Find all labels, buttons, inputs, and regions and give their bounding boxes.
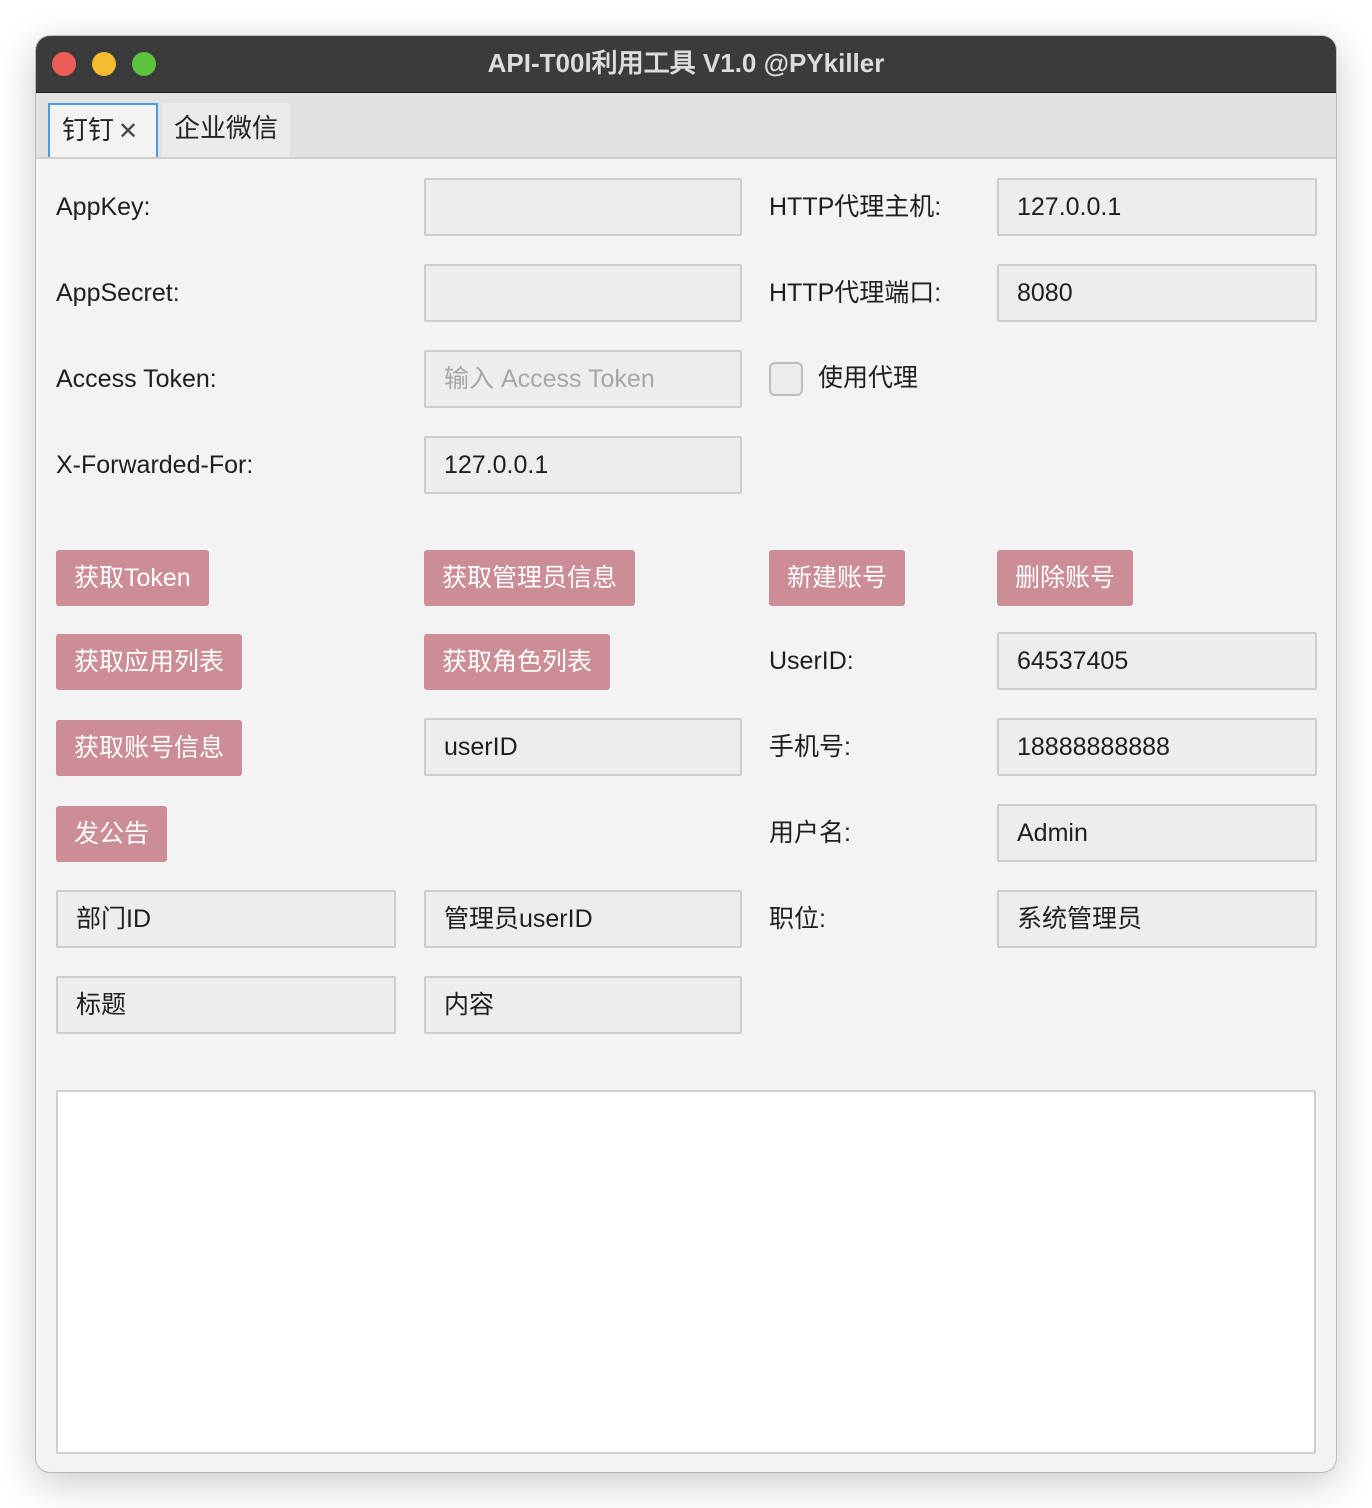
- use-proxy-label: 使用代理: [818, 364, 919, 392]
- content-input[interactable]: 内容: [424, 976, 742, 1034]
- access-token-input[interactable]: 输入 Access Token: [424, 350, 742, 408]
- position-input[interactable]: 系统管理员: [997, 890, 1317, 948]
- xff-label: X-Forwarded-For:: [56, 451, 254, 479]
- dept-id-input[interactable]: 部门ID: [56, 890, 396, 948]
- app-window: API-T00l利用工具 V1.0 @PYkiller 钉钉 ✕ 企业微信 App…: [36, 36, 1336, 1472]
- tab-dingtalk[interactable]: 钉钉 ✕: [48, 103, 158, 157]
- appkey-label: AppKey:: [56, 193, 151, 221]
- delete-account-button[interactable]: 删除账号: [997, 550, 1134, 606]
- tab-dingtalk-label: 钉钉: [62, 115, 115, 145]
- get-app-list-button[interactable]: 获取应用列表: [56, 634, 243, 690]
- admin-userid-input[interactable]: 管理员userID: [424, 890, 742, 948]
- title-bar: API-T00l利用工具 V1.0 @PYkiller: [36, 36, 1336, 93]
- userid-input[interactable]: userID: [424, 718, 742, 776]
- announce-button[interactable]: 发公告: [56, 806, 168, 862]
- phone-input[interactable]: 18888888888: [997, 718, 1317, 776]
- proxy-host-label: HTTP代理主机:: [769, 193, 942, 221]
- position-label: 职位:: [769, 905, 826, 933]
- tab-wecom[interactable]: 企业微信: [162, 103, 290, 157]
- xff-input[interactable]: 127.0.0.1: [424, 436, 742, 494]
- use-proxy-checkbox[interactable]: [769, 362, 803, 396]
- get-account-info-button[interactable]: 获取账号信息: [56, 720, 243, 776]
- get-admin-info-button[interactable]: 获取管理员信息: [424, 550, 636, 606]
- window-title: API-T00l利用工具 V1.0 @PYkiller: [487, 48, 885, 78]
- userid-value-input[interactable]: 64537405: [997, 632, 1317, 690]
- username-input[interactable]: Admin: [997, 804, 1317, 862]
- appsecret-label: AppSecret:: [56, 279, 180, 307]
- tab-wecom-label: 企业微信: [174, 113, 279, 143]
- appkey-input[interactable]: [424, 178, 742, 236]
- get-token-button[interactable]: 获取Token: [56, 550, 209, 606]
- username-label: 用户名:: [769, 819, 851, 847]
- close-icon[interactable]: ✕: [118, 118, 138, 145]
- get-role-list-button[interactable]: 获取角色列表: [424, 634, 611, 690]
- proxy-port-input[interactable]: 8080: [997, 264, 1317, 322]
- phone-label: 手机号:: [769, 733, 851, 761]
- proxy-host-input[interactable]: 127.0.0.1: [997, 178, 1317, 236]
- tab-bar: 钉钉 ✕ 企业微信: [36, 93, 1336, 159]
- new-account-button[interactable]: 新建账号: [769, 550, 906, 606]
- userid-label: UserID:: [769, 647, 854, 675]
- title-input[interactable]: 标题: [56, 976, 396, 1034]
- proxy-port-label: HTTP代理端口:: [769, 279, 942, 307]
- appsecret-input[interactable]: [424, 264, 742, 322]
- access-token-label: Access Token:: [56, 365, 217, 393]
- output-textarea[interactable]: [56, 1090, 1316, 1454]
